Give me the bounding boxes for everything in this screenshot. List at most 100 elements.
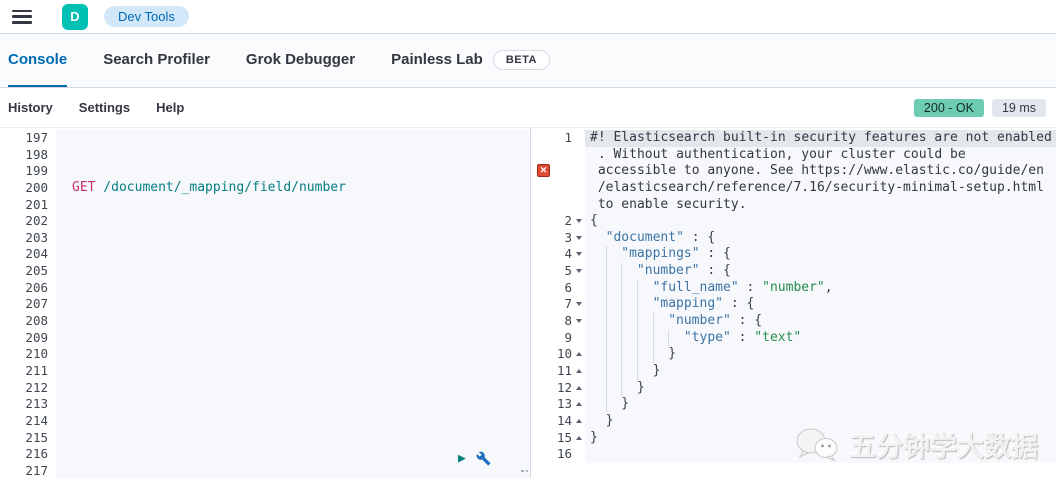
- code-line[interactable]: accessible to anyone. See https://www.el…: [585, 163, 1056, 180]
- console-editors: 197 198 199 200 GET /document/_mapping/field…: [0, 128, 1056, 478]
- request-editor[interactable]: 197 198 199 200 GET /document/_mapping/field…: [0, 128, 530, 478]
- fold-open-icon[interactable]: [576, 235, 582, 240]
- indent-pad: [590, 246, 606, 263]
- editor-line: 212: [0, 379, 530, 397]
- tab-grok-debugger[interactable]: Grok Debugger: [246, 34, 355, 87]
- code-token: "text": [754, 329, 802, 345]
- fold-open-icon[interactable]: [576, 252, 582, 257]
- code-line[interactable]: }: [585, 362, 1056, 380]
- tab-search-profiler[interactable]: Search Profiler: [103, 34, 210, 87]
- code-line[interactable]: {: [585, 213, 1056, 230]
- menu-icon[interactable]: [12, 9, 32, 24]
- indent-guide: [621, 362, 637, 380]
- wrench-icon[interactable]: [476, 451, 491, 466]
- editor-line: 201: [0, 196, 530, 214]
- code-token: :: [730, 329, 755, 345]
- fold-close-icon[interactable]: [576, 352, 582, 357]
- line-number: 213: [0, 396, 56, 413]
- code-line[interactable]: [56, 346, 530, 363]
- indent-guide: [652, 329, 669, 347]
- code-line[interactable]: #! Elasticsearch built-in security featu…: [585, 130, 1056, 147]
- fold-close-icon[interactable]: [576, 402, 582, 407]
- help-menu[interactable]: Help: [156, 100, 184, 115]
- code-line[interactable]: [56, 213, 530, 230]
- code-line[interactable]: [56, 196, 530, 214]
- line-number: [531, 146, 585, 164]
- code-token: "type": [683, 329, 731, 345]
- code-line[interactable]: }: [585, 396, 1056, 413]
- line-number: 210: [0, 346, 56, 363]
- history-menu[interactable]: History: [8, 100, 53, 115]
- code-line[interactable]: . Without authentication, your cluster c…: [585, 146, 1056, 164]
- code-line[interactable]: [56, 296, 530, 314]
- code-line[interactable]: [56, 229, 530, 247]
- editor-line: 197: [0, 130, 530, 147]
- code-line[interactable]: /elasticsearch/reference/7.16/security-m…: [585, 179, 1056, 197]
- editor-line: 208: [0, 313, 530, 330]
- fold-close-icon[interactable]: [576, 435, 582, 440]
- editor-line: ✕ accessible to anyone. See https://www.e…: [531, 163, 1056, 180]
- send-request-icon[interactable]: ▶: [458, 452, 466, 465]
- fold-close-icon[interactable]: [576, 368, 582, 373]
- code-line[interactable]: [56, 146, 530, 164]
- code-line[interactable]: [56, 163, 530, 180]
- fold-close-icon[interactable]: [576, 385, 582, 390]
- code-line[interactable]: }: [585, 346, 1056, 363]
- code-line[interactable]: "number" : {: [585, 313, 1056, 330]
- code-line[interactable]: GET /document/_mapping/field/number: [56, 179, 530, 197]
- code-line[interactable]: }: [585, 379, 1056, 397]
- fold-open-icon[interactable]: [576, 302, 582, 307]
- tab-console[interactable]: Console: [8, 34, 68, 87]
- console-toolbar: History Settings Help 200 - OK 19 ms: [0, 88, 1056, 128]
- error-icon[interactable]: ✕: [537, 164, 550, 178]
- beta-badge: BETA: [492, 49, 550, 70]
- code-token: "document": [605, 229, 684, 245]
- code-line[interactable]: "type" : "text": [585, 329, 1056, 347]
- code-line[interactable]: "document" : {: [585, 229, 1056, 247]
- code-line[interactable]: "mappings" : {: [585, 246, 1056, 264]
- code-line[interactable]: "mapping" : {: [585, 296, 1056, 314]
- fold-open-icon[interactable]: [576, 219, 582, 224]
- code-line[interactable]: [56, 396, 530, 413]
- fold-open-icon[interactable]: [576, 269, 582, 274]
- code-line[interactable]: [56, 130, 530, 147]
- app-logo[interactable]: D: [62, 3, 88, 30]
- code-token: "mapping": [652, 296, 724, 312]
- code-line[interactable]: [56, 279, 530, 297]
- code-line[interactable]: "full_name" : "number",: [585, 279, 1056, 297]
- code-line[interactable]: [56, 362, 530, 380]
- code-line[interactable]: [56, 412, 530, 430]
- fold-close-icon[interactable]: [576, 418, 582, 423]
- indent-guide: [636, 346, 653, 363]
- tab-painless-lab[interactable]: Painless Lab BETA: [391, 34, 550, 87]
- top-bar: D Dev Tools: [0, 0, 1056, 34]
- code-line[interactable]: to enable security.: [585, 196, 1056, 214]
- indent-guide: [636, 313, 653, 330]
- line-number: 11: [531, 362, 585, 380]
- indent-guide: [605, 362, 622, 380]
- indent-guide: [636, 296, 653, 314]
- code-line[interactable]: }: [585, 429, 1056, 447]
- code-line[interactable]: [56, 379, 530, 397]
- code-line[interactable]: "number" : {: [585, 263, 1056, 280]
- line-number: 8: [531, 313, 585, 330]
- breadcrumb[interactable]: Dev Tools: [104, 6, 189, 27]
- code-line[interactable]: [56, 329, 530, 347]
- code-line[interactable]: [585, 446, 1056, 463]
- code-token: }: [652, 362, 661, 378]
- code-line[interactable]: [56, 429, 530, 447]
- fold-open-icon[interactable]: [576, 319, 582, 324]
- request-url: /document/_mapping/field/number: [95, 179, 346, 195]
- indent-guide: [652, 313, 669, 330]
- editor-line: 2{: [531, 213, 1056, 230]
- code-line[interactable]: [56, 263, 530, 280]
- code-line[interactable]: [56, 313, 530, 330]
- indent-guide: [621, 279, 637, 297]
- response-editor[interactable]: 1 #! Elasticsearch built-in security feat…: [531, 128, 1056, 478]
- code-line[interactable]: [56, 246, 530, 264]
- line-number: 15: [531, 429, 585, 447]
- code-line[interactable]: }: [585, 412, 1056, 430]
- resize-handle-icon[interactable]: [521, 469, 528, 472]
- code-token: : {: [699, 263, 731, 279]
- settings-menu[interactable]: Settings: [79, 100, 130, 115]
